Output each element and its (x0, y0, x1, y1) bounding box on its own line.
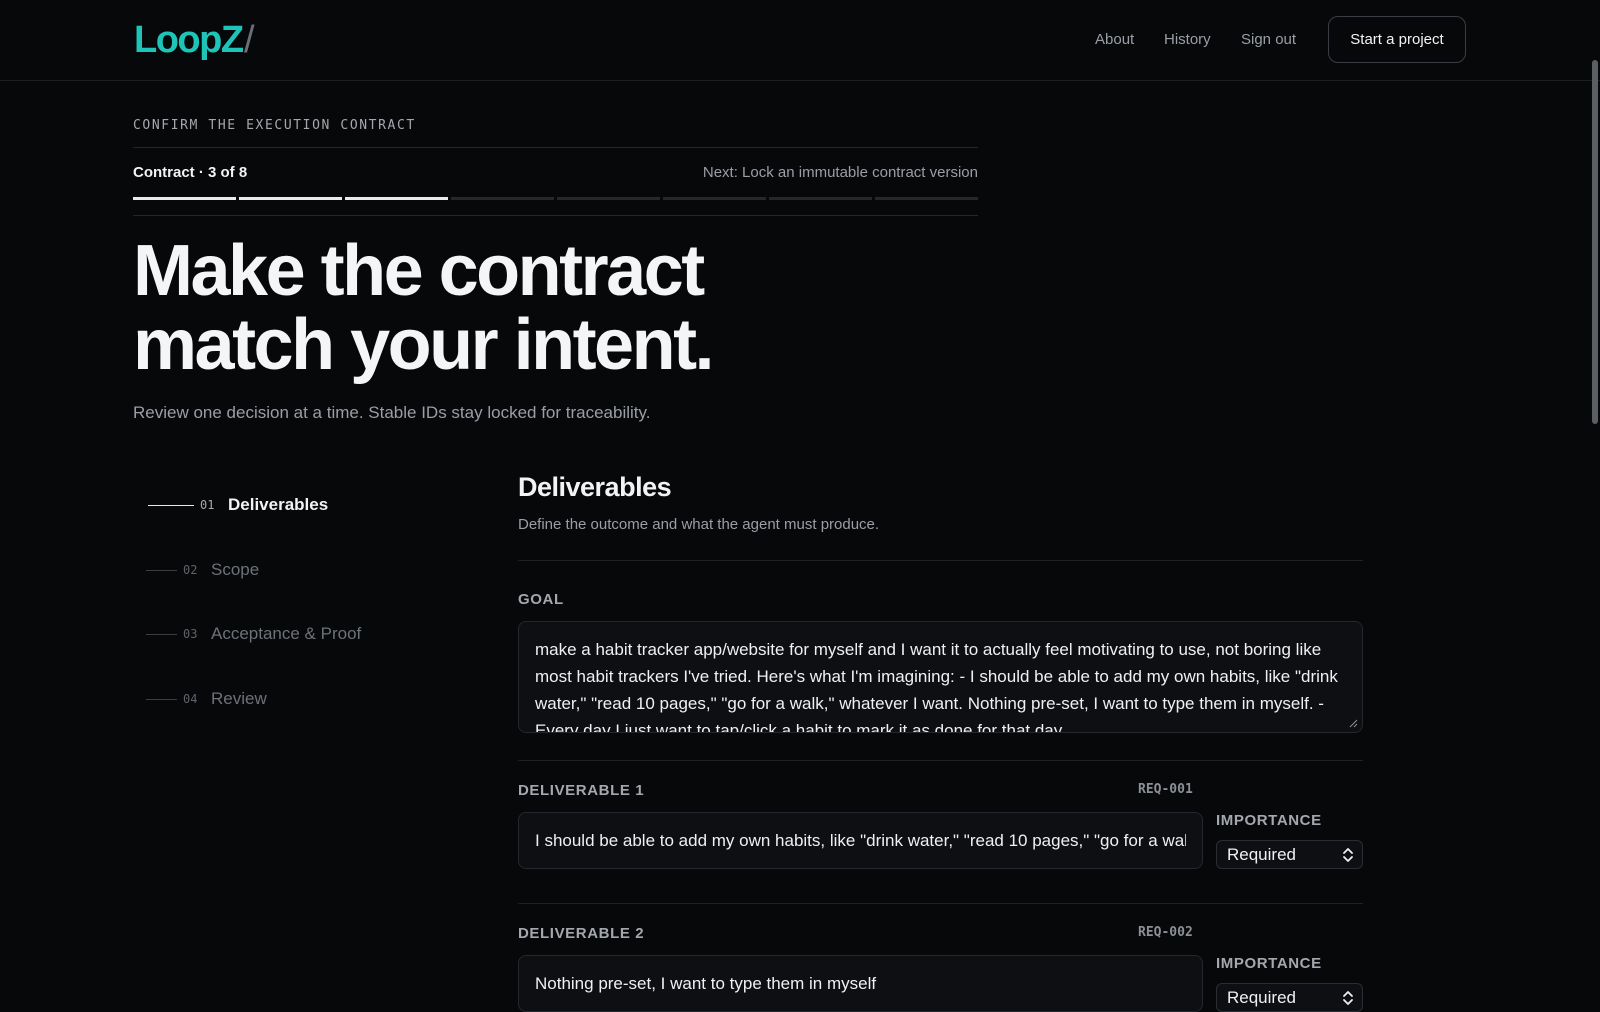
sidenav-indicator (146, 633, 177, 635)
nav-sign-out-link[interactable]: Sign out (1241, 30, 1296, 50)
progress-segment (345, 197, 448, 200)
sidenav-indicator (146, 698, 177, 700)
divider (133, 215, 978, 216)
goal-label: GOAL (518, 591, 564, 608)
start-project-button[interactable]: Start a project (1328, 16, 1466, 63)
next-step-hint: Next: Lock an immutable contract version (702, 164, 978, 181)
chevron-up-down-icon (1343, 991, 1353, 1005)
sidenav-item-scope[interactable]: 02 Scope (146, 556, 259, 584)
scrollbar-thumb[interactable] (1592, 60, 1598, 424)
progress-segment (557, 197, 660, 200)
divider (518, 760, 1363, 761)
sidenav-label: Review (211, 689, 267, 708)
progress-segment (875, 197, 978, 200)
sidenav-number: 01 (200, 498, 215, 512)
progress-segment (663, 197, 766, 200)
deliverable-2-id: REQ-002 (1138, 925, 1193, 940)
deliverable-2-input[interactable] (518, 955, 1203, 1012)
sidenav-number: 04 (183, 692, 198, 706)
select-value: Required (1227, 844, 1296, 864)
goal-textarea[interactable]: make a habit tracker app/website for mys… (518, 621, 1363, 733)
deliverable-1-input[interactable] (518, 812, 1203, 869)
step-counter: Contract · 3 of 8 (133, 164, 248, 181)
step-eyebrow: CONFIRM THE EXECUTION CONTRACT (133, 118, 416, 133)
logo-slash: / (244, 19, 255, 61)
goal-text: make a habit tracker app/website for mys… (535, 640, 1338, 733)
resize-handle-icon[interactable] (1348, 718, 1358, 728)
select-value: Required (1227, 987, 1296, 1007)
sidenav-indicator (146, 569, 177, 571)
sidenav-item-review[interactable]: 04 Review (146, 685, 267, 713)
page-title-line-1: Make the contract (133, 231, 705, 311)
sidenav-number: 03 (183, 627, 198, 641)
sidenav-label: Scope (211, 560, 260, 579)
deliverable-2-label: DELIVERABLE 2 (518, 925, 645, 942)
page-scrollbar[interactable] (1590, 60, 1600, 1000)
step-progress-bar (133, 197, 978, 200)
importance-label: IMPORTANCE (1216, 955, 1322, 972)
section-subtitle: Define the outcome and what the agent mu… (518, 516, 880, 533)
page-title: Make the contract match your intent. (133, 234, 893, 382)
divider (518, 560, 1363, 561)
sidenav-label: Deliverables (228, 495, 329, 514)
progress-segment (239, 197, 342, 200)
chevron-up-down-icon (1343, 848, 1353, 862)
nav-history-link[interactable]: History (1164, 30, 1211, 50)
page-subtitle: Review one decision at a time. Stable ID… (133, 403, 651, 422)
top-nav-bar: LoopZ / About History Sign out Start a p… (0, 0, 1600, 81)
sidenav-number: 02 (183, 563, 198, 577)
sidenav-item-deliverables[interactable]: 01 Deliverables (148, 491, 328, 519)
deliverable-1-importance-select[interactable]: Required (1216, 840, 1363, 869)
importance-label: IMPORTANCE (1216, 812, 1322, 829)
nav-about-link[interactable]: About (1095, 30, 1134, 50)
deliverable-1-label: DELIVERABLE 1 (518, 782, 645, 799)
page-title-line-2: match your intent. (133, 305, 715, 385)
divider (518, 903, 1363, 904)
sidenav-item-acceptance-proof[interactable]: 03 Acceptance & Proof (146, 620, 361, 648)
section-title: Deliverables (518, 472, 672, 502)
progress-segment (133, 197, 236, 200)
sidenav-label: Acceptance & Proof (211, 624, 362, 643)
logo[interactable]: LoopZ (134, 16, 244, 64)
divider (133, 147, 978, 148)
deliverable-2-importance-select[interactable]: Required (1216, 983, 1363, 1012)
deliverable-1-id: REQ-001 (1138, 782, 1193, 797)
progress-segment (451, 197, 554, 200)
progress-segment (769, 197, 872, 200)
sidenav-indicator (148, 504, 194, 506)
